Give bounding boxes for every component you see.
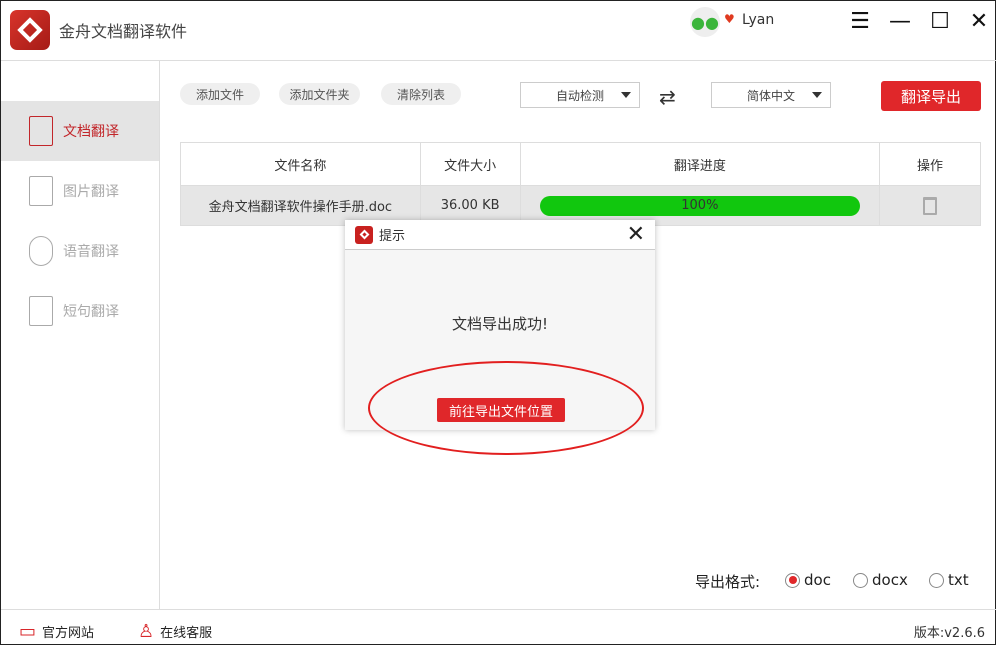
progress-bar: 100% — [540, 196, 860, 216]
swap-languages-icon[interactable]: ⇄ — [659, 85, 676, 109]
sidebar-item-label: 语音翻译 — [63, 241, 119, 261]
app-logo-icon — [355, 226, 373, 244]
radio-label: doc — [804, 571, 831, 589]
target-language-select[interactable]: 简体中文 — [711, 82, 831, 108]
maximize-icon[interactable]: ☐ — [925, 7, 955, 35]
table-header: 文件名称 文件大小 翻译进度 操作 — [181, 143, 980, 185]
microphone-icon — [29, 236, 53, 266]
radio-label: txt — [948, 571, 969, 589]
open-export-location-button[interactable]: 前往导出文件位置 — [437, 398, 565, 422]
column-header: 翻译进度 — [521, 143, 881, 185]
radio-icon — [929, 573, 944, 588]
document-icon — [29, 116, 53, 146]
translate-export-button[interactable]: 翻译导出 — [881, 81, 981, 111]
footer-link-label: 官方网站 — [42, 622, 94, 641]
username[interactable]: Lyan — [742, 12, 774, 28]
minimize-icon[interactable]: — — [885, 7, 915, 35]
monitor-icon: ▭ — [19, 621, 36, 642]
online-support-link[interactable]: ♙ 在线客服 — [138, 621, 212, 642]
notebook-icon — [29, 296, 53, 326]
close-icon[interactable]: ✕ — [627, 222, 645, 247]
format-radio-doc[interactable]: doc — [785, 571, 831, 589]
sidebar-item-label: 图片翻译 — [63, 181, 119, 201]
dialog-title: 提示 — [379, 225, 405, 244]
export-format-label: 导出格式: — [695, 571, 760, 592]
source-language-select[interactable]: 自动检测 — [520, 82, 640, 108]
format-radio-docx[interactable]: docx — [853, 571, 908, 589]
clear-list-button[interactable]: 清除列表 — [381, 83, 461, 105]
sidebar-item-label: 短句翻译 — [63, 301, 119, 321]
sidebar-item-image[interactable]: 图片翻译 — [1, 161, 159, 221]
version-label: 版本:v2.6.6 — [914, 622, 985, 641]
menu-icon[interactable]: ☰ — [845, 7, 875, 35]
trash-icon[interactable] — [923, 197, 937, 215]
add-file-button[interactable]: 添加文件 — [180, 83, 260, 105]
sidebar-item-document[interactable]: 文档翻译 — [1, 101, 159, 161]
sidebar-item-sentence[interactable]: 短句翻译 — [1, 281, 159, 341]
source-language-value: 自动检测 — [556, 87, 604, 104]
image-icon — [29, 176, 53, 206]
success-dialog: 提示 ✕ 文档导出成功! 前往导出文件位置 — [345, 220, 655, 430]
format-radio-txt[interactable]: txt — [929, 571, 969, 589]
add-folder-button[interactable]: 添加文件夹 — [279, 83, 360, 105]
dialog-message: 文档导出成功! — [345, 313, 655, 334]
chevron-down-icon — [621, 92, 631, 98]
table-row[interactable]: 金舟文档翻译软件操作手册.doc 36.00 KB 100% — [181, 185, 980, 225]
app-title: 金舟文档翻译软件 — [59, 18, 187, 42]
action-cell — [880, 186, 980, 225]
sidebar: 文档翻译 图片翻译 语音翻译 短句翻译 — [1, 61, 160, 609]
radio-label: docx — [872, 571, 908, 589]
footer-link-label: 在线客服 — [160, 622, 212, 641]
official-website-link[interactable]: ▭ 官方网站 — [19, 621, 94, 642]
target-language-value: 简体中文 — [747, 87, 795, 104]
column-header: 操作 — [880, 143, 980, 185]
dialog-header: 提示 ✕ — [345, 220, 655, 250]
user-icon: ♙ — [138, 621, 154, 642]
radio-icon — [853, 573, 868, 588]
column-header: 文件大小 — [421, 143, 521, 185]
radio-checked-icon — [785, 573, 800, 588]
sidebar-item-voice[interactable]: 语音翻译 — [1, 221, 159, 281]
close-icon[interactable]: ✕ — [964, 7, 994, 35]
chevron-down-icon — [812, 92, 822, 98]
sidebar-item-label: 文档翻译 — [63, 121, 119, 141]
vip-badge-icon: ♥ — [724, 12, 735, 26]
file-table: 文件名称 文件大小 翻译进度 操作 金舟文档翻译软件操作手册.doc 36.00… — [180, 142, 981, 226]
app-logo — [10, 10, 50, 50]
wechat-icon[interactable]: ●● — [690, 7, 720, 37]
column-header: 文件名称 — [181, 143, 421, 185]
